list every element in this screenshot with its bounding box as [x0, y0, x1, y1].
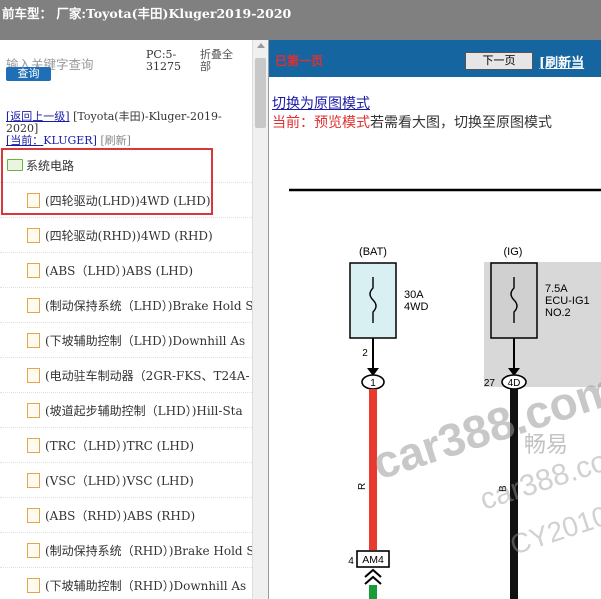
first-page-label: 已第一页	[275, 54, 324, 68]
ig-fuse-rating: 7.5A	[545, 283, 568, 295]
tree-item[interactable]: (制动保持系统（LHD）)Brake Hold S	[0, 288, 252, 323]
bat-fuse-name: 4WD	[404, 301, 429, 313]
bat-label: (BAT)	[359, 246, 387, 258]
mode-hint: 若需看大图，切换至原图模式	[370, 115, 552, 131]
file-icon	[27, 543, 40, 558]
left-panel: 输入关键字查询 查询 PC:5-31275 折叠全部 [返回上一级] [Toyo…	[0, 40, 268, 599]
tree-item[interactable]: (四轮驱动(RHD))4WD (RHD)	[0, 218, 252, 253]
ig-pin-code: 4D	[508, 378, 521, 389]
tree-item[interactable]: (制动保持系统（RHD）)Brake Hold S	[0, 533, 252, 568]
vehicle-title: 前车型： 厂家:Toyota(丰田)Kluger2019-2020	[2, 6, 292, 21]
pc-info: PC:5-31275	[146, 48, 181, 73]
file-icon	[27, 578, 40, 593]
chevron-up-icon	[364, 568, 382, 585]
nav-current-value[interactable]: KLUGER]	[43, 134, 97, 147]
tree-list: 系统电路 (四轮驱动(LHD))4WD (LHD) (四轮驱动(RHD))4WD…	[0, 148, 252, 599]
watermark-code: CY2010	[506, 500, 601, 561]
tree-item[interactable]: (ABS（RHD）)ABS (RHD)	[0, 498, 252, 533]
preview-panel: 已第一页 下一页 [刷新当 切换为原图模式 当前：预览模式若需看大图，切换至原图…	[268, 40, 601, 599]
conn-number: 4	[348, 556, 354, 567]
file-icon	[27, 473, 40, 488]
refresh-link[interactable]: [刷新]	[100, 134, 131, 147]
bat-fuse-rating: 30A	[404, 289, 424, 301]
breadcrumb: [返回上一级] [Toyota(丰田)-Kluger-2019-2020] [当…	[6, 111, 246, 147]
mode-status: 当前：预览模式若需看大图，切换至原图模式	[272, 112, 552, 132]
tree-item[interactable]: (TRC（LHD）)TRC (LHD)	[0, 428, 252, 463]
ig-fuse-name: ECU-IG1	[545, 295, 590, 307]
refresh-button[interactable]: [刷新当	[539, 52, 584, 71]
watermark-brand: 畅易	[524, 432, 568, 457]
wire-r-label: R	[357, 483, 368, 490]
search-button[interactable]: 查询	[6, 67, 51, 81]
ig-fuse-number: NO.2	[545, 307, 571, 319]
scroll-up-icon[interactable]	[257, 43, 265, 48]
collapse-all-link[interactable]: 折叠全部	[200, 49, 240, 73]
file-icon	[27, 508, 40, 523]
nav-current-label: [当前：	[6, 134, 44, 147]
tree-scrollbar[interactable]	[252, 40, 269, 599]
file-icon	[27, 298, 40, 313]
file-icon	[27, 368, 40, 383]
title-bar: 前车型： 厂家:Toyota(丰田)Kluger2019-2020	[0, 0, 601, 40]
tree-item[interactable]: (下坡辅助控制（RHD）)Downhill As	[0, 568, 252, 599]
preview-toolbar: 已第一页 下一页 [刷新当	[269, 40, 601, 77]
ig-label: (IG)	[504, 246, 523, 258]
tree-item[interactable]: (坡道起步辅助控制（LHD）)Hill-Sta	[0, 393, 252, 428]
bat-pin-top: 2	[362, 348, 368, 359]
mode-current: 当前：预览模式	[272, 115, 370, 131]
tree-item[interactable]: (电动驻车制动器（2GR-FKS、T24A-	[0, 358, 252, 393]
ig-pin: 27	[484, 378, 496, 389]
file-icon	[27, 333, 40, 348]
conn-name: AM4	[362, 554, 384, 566]
wiring-diagram: (BAT) 30A 4WD 2 1 R 4 AM4 (IG) 7.5A ECU-…	[289, 188, 601, 599]
file-icon	[27, 403, 40, 418]
file-icon	[27, 228, 40, 243]
scrollbar-thumb[interactable]	[255, 58, 266, 128]
tree-item[interactable]: (ABS（LHD）)ABS (LHD)	[0, 253, 252, 288]
switch-original-link[interactable]: 切换为原图模式	[272, 93, 370, 113]
tree-item[interactable]: (下坡辅助控制（LHD）)Downhill As	[0, 323, 252, 358]
file-icon	[27, 438, 40, 453]
file-icon	[27, 263, 40, 278]
bat-pin: 1	[370, 378, 376, 389]
tree-item[interactable]: (VSC（LHD）)VSC (LHD)	[0, 463, 252, 498]
next-page-button[interactable]: 下一页	[465, 52, 533, 70]
selection-highlight-box	[1, 148, 213, 215]
